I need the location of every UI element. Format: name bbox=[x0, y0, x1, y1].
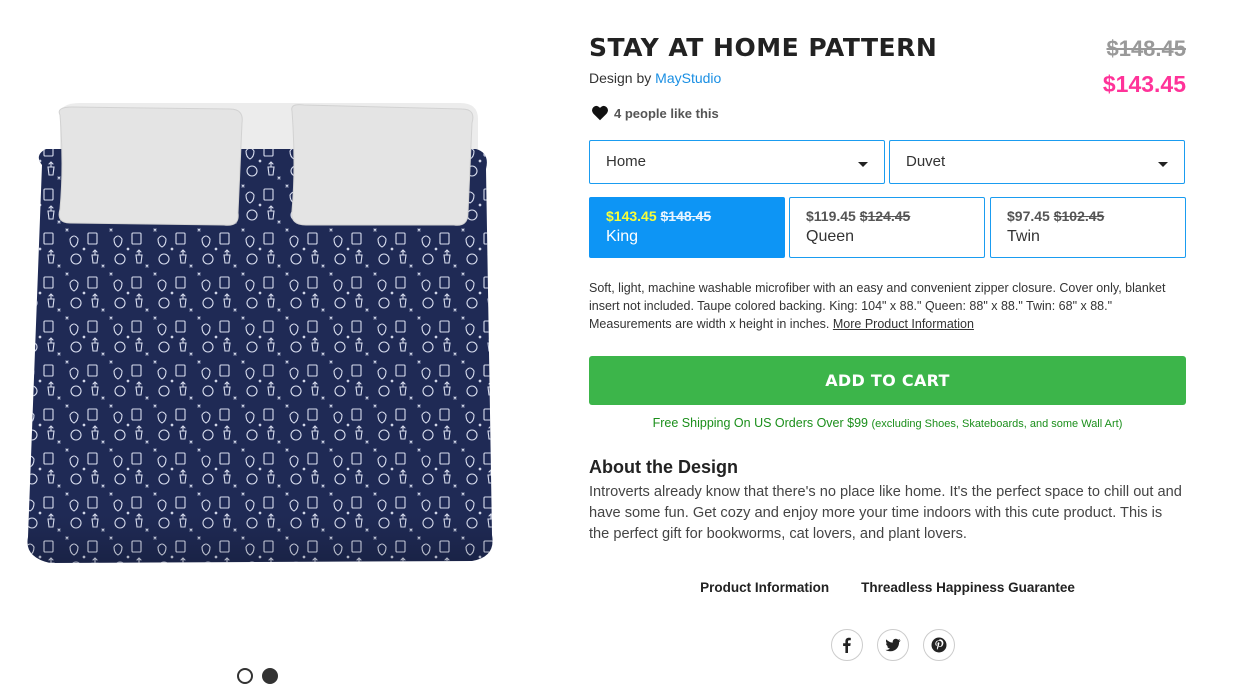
twitter-icon bbox=[885, 638, 901, 652]
shipping-main-text: Free Shipping On US Orders Over $99 bbox=[652, 416, 868, 430]
image-carousel-dots bbox=[237, 668, 278, 684]
chevron-down-icon bbox=[858, 162, 868, 167]
add-to-cart-button[interactable]: ADD TO CART bbox=[589, 356, 1186, 405]
facebook-share-button[interactable] bbox=[831, 629, 863, 661]
size-option-queen[interactable]: $119.45 $124.45 Queen bbox=[789, 197, 985, 258]
category-select[interactable]: Home bbox=[589, 140, 885, 184]
more-product-info-link[interactable]: More Product Information bbox=[833, 317, 974, 331]
pinterest-share-button[interactable] bbox=[923, 629, 955, 661]
product-details: STAY AT HOME PATTERN Design by MayStudio… bbox=[589, 0, 1186, 691]
size-sale-price: $119.45 bbox=[806, 208, 856, 224]
shipping-note-text: (excluding Shoes, Skateboards, and some … bbox=[871, 418, 1123, 430]
shipping-notice: Free Shipping On US Orders Over $99 (exc… bbox=[589, 416, 1186, 430]
about-design-heading: About the Design bbox=[589, 457, 738, 477]
size-sale-price: $143.45 bbox=[606, 208, 657, 224]
product-type-select[interactable]: Duvet bbox=[889, 140, 1185, 184]
product-type-select-value: Duvet bbox=[906, 153, 946, 170]
product-gallery bbox=[0, 0, 520, 691]
size-prices: $143.45 $148.45 bbox=[606, 208, 768, 224]
designer-link[interactable]: MayStudio bbox=[655, 70, 721, 86]
heart-icon bbox=[592, 105, 608, 121]
sale-price: $143.45 bbox=[1102, 71, 1186, 97]
category-select-value: Home bbox=[606, 153, 647, 170]
size-option-twin[interactable]: $97.45 $102.45 Twin bbox=[990, 197, 1186, 258]
size-label: Twin bbox=[1007, 228, 1040, 245]
size-prices: $119.45 $124.45 bbox=[806, 208, 968, 224]
size-original-price: $124.45 bbox=[859, 208, 911, 224]
facebook-icon bbox=[843, 637, 851, 653]
size-label: King bbox=[606, 228, 639, 245]
original-price: $148.45 bbox=[1106, 36, 1186, 61]
chevron-down-icon bbox=[1158, 162, 1168, 167]
size-prices: $97.45 $102.45 bbox=[1007, 208, 1169, 224]
design-by-prefix: Design by bbox=[589, 70, 652, 86]
likes-counter[interactable]: 4 people like this bbox=[591, 105, 719, 121]
carousel-dot-1[interactable] bbox=[237, 668, 253, 684]
carousel-dot-2[interactable] bbox=[262, 668, 278, 684]
designer-byline: Design by MayStudio bbox=[589, 70, 721, 86]
size-options: $143.45 $148.45 King $119.45 $124.45 Que… bbox=[589, 197, 1186, 258]
pinterest-icon bbox=[931, 637, 947, 653]
size-label: Queen bbox=[806, 228, 855, 245]
duvet-product-image[interactable] bbox=[20, 95, 498, 575]
twitter-share-button[interactable] bbox=[877, 629, 909, 661]
product-information-link[interactable]: Product Information bbox=[700, 580, 829, 595]
product-title: STAY AT HOME PATTERN bbox=[589, 33, 938, 62]
size-original-price: $148.45 bbox=[660, 208, 712, 224]
happiness-guarantee-link[interactable]: Threadless Happiness Guarantee bbox=[861, 580, 1075, 595]
size-sale-price: $97.45 bbox=[1007, 208, 1050, 224]
size-option-king[interactable]: $143.45 $148.45 King bbox=[589, 197, 785, 258]
likes-text: 4 people like this bbox=[614, 105, 719, 121]
product-description: Soft, light, machine washable microfiber… bbox=[589, 279, 1186, 333]
size-original-price: $102.45 bbox=[1053, 208, 1105, 224]
about-design-text: Introverts already know that there's no … bbox=[589, 484, 1182, 542]
social-share bbox=[831, 629, 955, 661]
info-links: Product Information Threadless Happiness… bbox=[589, 580, 1186, 595]
